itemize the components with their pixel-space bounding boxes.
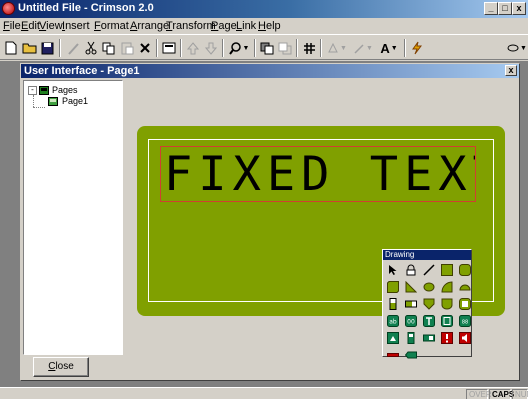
delete-icon[interactable] <box>136 39 154 57</box>
close-window-button[interactable]: x <box>512 2 526 15</box>
cut-icon[interactable] <box>82 39 100 57</box>
toolbar: ▼ ▼ ▼ A ▼ ▼ <box>0 34 528 60</box>
tree-connector <box>33 107 45 108</box>
properties-icon[interactable] <box>160 39 178 57</box>
child-window-title: User Interface - Page1 x <box>21 64 519 78</box>
line-color-icon[interactable]: ▼ <box>350 39 376 57</box>
alarm-tool-icon[interactable] <box>440 331 454 345</box>
status-over: OVER <box>466 389 492 399</box>
toolbar-separator <box>320 39 322 57</box>
minimize-button[interactable]: _ <box>484 2 498 15</box>
status-caps: CAPS <box>489 389 514 399</box>
arrow-shape-tool-icon[interactable] <box>422 297 436 311</box>
status-bar: OVER CAPS NUM <box>0 387 528 399</box>
paste-icon[interactable] <box>118 39 136 57</box>
edit-wand-icon[interactable] <box>64 39 82 57</box>
status-num: NUM <box>512 389 528 399</box>
window-title: Untitled File - Crimson 2.0 <box>18 2 154 14</box>
child-close-button[interactable]: x <box>505 65 517 76</box>
palette-title: Drawing <box>383 250 471 260</box>
svg-text:88: 88 <box>462 320 468 326</box>
font-icon[interactable]: A ▼ <box>376 39 402 57</box>
menu-insert[interactable]: Insert <box>62 20 90 32</box>
picture-tool-icon[interactable] <box>386 331 400 345</box>
menu-help[interactable]: Help <box>258 20 281 32</box>
bring-to-front-icon[interactable] <box>276 39 294 57</box>
tree-connector <box>33 95 34 107</box>
num-display-tool-icon[interactable]: 88 <box>458 314 472 328</box>
vertical-gauge-tool-icon[interactable] <box>386 297 400 311</box>
fill-color-icon[interactable]: ▼ <box>324 39 350 57</box>
rounded-square-tool-icon[interactable] <box>458 297 472 311</box>
open-folder-icon[interactable] <box>20 39 38 57</box>
mask-tool-icon[interactable] <box>440 314 454 328</box>
menu-link[interactable]: Link <box>236 20 256 32</box>
bevel-rectangle-tool-icon[interactable] <box>386 280 400 294</box>
tree-expander[interactable]: - <box>28 85 37 95</box>
move-down-icon[interactable] <box>202 39 220 57</box>
move-up-icon[interactable] <box>184 39 202 57</box>
menu-format[interactable]: Format <box>94 20 129 32</box>
copy-icon[interactable] <box>100 39 118 57</box>
pointer-tool-icon[interactable] <box>386 263 400 277</box>
toolbar-separator <box>59 39 61 57</box>
rounded-rectangle-tool-icon[interactable] <box>458 263 472 277</box>
menu-edit[interactable]: Edit <box>21 20 40 32</box>
send-to-back-icon[interactable] <box>258 39 276 57</box>
time-tool-icon[interactable] <box>422 314 436 328</box>
horizontal-gauge-tool-icon[interactable] <box>404 297 418 311</box>
rectangle-tool-icon[interactable] <box>440 263 454 277</box>
toggle-tool-icon[interactable] <box>404 331 418 345</box>
pages-folder-icon <box>39 85 49 95</box>
half-circle-tool-icon[interactable] <box>458 280 472 294</box>
menu-transform[interactable]: Transform <box>166 20 216 32</box>
fixed-text-element[interactable]: FIXED TEXT <box>160 146 476 202</box>
toolbar-separator <box>156 39 158 57</box>
toolbar-separator <box>180 39 182 57</box>
shield-shape-tool-icon[interactable] <box>440 297 454 311</box>
menu-arrange[interactable]: Arrange <box>130 20 169 32</box>
menu-view[interactable]: View <box>39 20 63 32</box>
menu-file[interactable]: File <box>3 20 21 32</box>
new-file-icon[interactable] <box>2 39 20 57</box>
wedge-tool-icon[interactable] <box>440 280 454 294</box>
toolbar-separator <box>222 39 224 57</box>
text-ab-tool-icon[interactable]: ab <box>386 314 400 328</box>
tree-label-page1: Page1 <box>61 96 90 106</box>
grid-icon[interactable] <box>300 39 318 57</box>
triangle-tool-icon[interactable] <box>404 280 418 294</box>
ellipse-tool-icon[interactable] <box>422 280 436 294</box>
save-icon[interactable] <box>38 39 56 57</box>
text-00-tool-icon[interactable]: 00 <box>404 314 418 328</box>
selector-tool-icon[interactable] <box>404 348 418 362</box>
menu-bar: File Edit View Insert Format Arrange Tra… <box>0 18 528 34</box>
zoom-icon[interactable]: ▼ <box>226 39 252 57</box>
lightning-icon[interactable] <box>408 39 426 57</box>
page-icon <box>48 96 58 106</box>
line-tool-icon[interactable] <box>422 263 436 277</box>
lock-tool-icon[interactable] <box>404 263 418 277</box>
close-button[interactable]: Close <box>33 357 89 377</box>
svg-text:ab: ab <box>389 319 397 326</box>
speaker-tool-icon[interactable] <box>458 331 472 345</box>
tree-label-pages: Pages <box>52 85 78 95</box>
svg-text:00: 00 <box>407 319 415 326</box>
toolbar-separator <box>296 39 298 57</box>
title-bar: Untitled File - Crimson 2.0 _ □ x <box>0 0 528 18</box>
switch-tool-icon[interactable] <box>422 331 436 345</box>
drawing-palette: Drawing ab 00 88 <box>382 249 472 359</box>
link-icon[interactable]: ▼ <box>506 39 528 57</box>
page-tree: - Pages Page1 <box>23 80 123 355</box>
toolbar-separator <box>404 39 406 57</box>
maximize-button[interactable]: □ <box>498 2 512 15</box>
crimson-app-icon[interactable] <box>2 2 15 15</box>
toolbar-separator <box>254 39 256 57</box>
tree-item-page1[interactable]: Page1 <box>48 95 90 107</box>
menu-page[interactable]: Page <box>211 20 237 32</box>
child-window-title-text: User Interface - Page1 <box>24 65 140 77</box>
horizontal-slider-tool-icon[interactable] <box>386 348 400 362</box>
